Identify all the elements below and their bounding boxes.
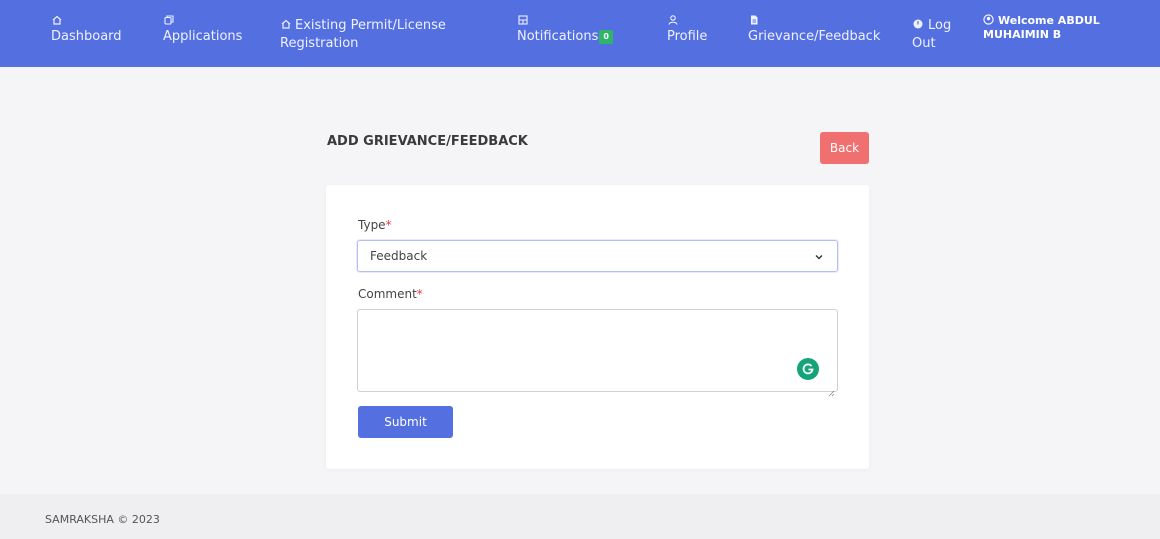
nav-logout-label-line1: Log [928, 18, 952, 33]
nav-dashboard[interactable]: Dashboard [51, 14, 122, 46]
user-icon [667, 14, 679, 26]
footer-copyright: SAMRAKSHA © 2023 [45, 513, 160, 526]
page-title: ADD GRIEVANCE/FEEDBACK [327, 134, 528, 149]
grievance-form-card: Type* Feedback Comment* Submit [326, 185, 869, 469]
notifications-badge: 0 [599, 29, 613, 44]
nav-notifications[interactable]: Notifications 0 [517, 14, 613, 46]
nav-applications-label: Applications [163, 29, 243, 44]
welcome-user[interactable]: Welcome ABDUL MUHAIMIN B [983, 14, 1133, 42]
home-icon [280, 18, 292, 30]
power-icon [912, 18, 924, 30]
welcome-line1: Welcome ABDUL [998, 14, 1100, 27]
nav-logout[interactable]: Log Out [912, 17, 951, 53]
comment-textarea[interactable] [357, 309, 838, 397]
nav-applications[interactable]: Applications [163, 14, 242, 46]
grid-icon [517, 14, 529, 26]
chevron-down-icon [813, 251, 825, 263]
nav-existing-permit[interactable]: Existing Permit/License Registration [280, 17, 446, 53]
nav-notifications-label: Notifications [517, 29, 599, 44]
required-asterisk: * [385, 218, 392, 232]
copy-icon [163, 14, 175, 26]
grammarly-icon[interactable] [797, 358, 819, 380]
nav-grievance-feedback[interactable]: Grievance/Feedback [748, 14, 880, 46]
footer: SAMRAKSHA © 2023 [0, 494, 1160, 539]
submit-button[interactable]: Submit [358, 406, 453, 438]
back-button[interactable]: Back [820, 132, 869, 164]
required-asterisk: * [416, 287, 423, 301]
nav-profile[interactable]: Profile [667, 14, 707, 46]
nav-grievance-feedback-label: Grievance/Feedback [748, 29, 881, 44]
nav-existing-permit-label-line1: Existing Permit/License [295, 18, 446, 33]
resize-handle-icon[interactable] [828, 382, 835, 397]
nav-profile-label: Profile [667, 29, 708, 44]
type-select-value: Feedback [370, 249, 428, 263]
comment-label: Comment* [358, 287, 423, 301]
document-icon [748, 14, 760, 26]
nav-existing-permit-label-line2: Registration [280, 36, 359, 51]
welcome-line2: MUHAIMIN B [983, 28, 1062, 41]
nav-logout-label-line2: Out [912, 36, 936, 51]
user-circle-icon [983, 14, 994, 25]
home-icon [51, 14, 63, 26]
type-label: Type* [358, 218, 392, 232]
type-select[interactable]: Feedback [357, 240, 838, 272]
top-navbar: Dashboard Applications Existing Permit/L… [0, 0, 1160, 67]
nav-dashboard-label: Dashboard [51, 29, 122, 44]
